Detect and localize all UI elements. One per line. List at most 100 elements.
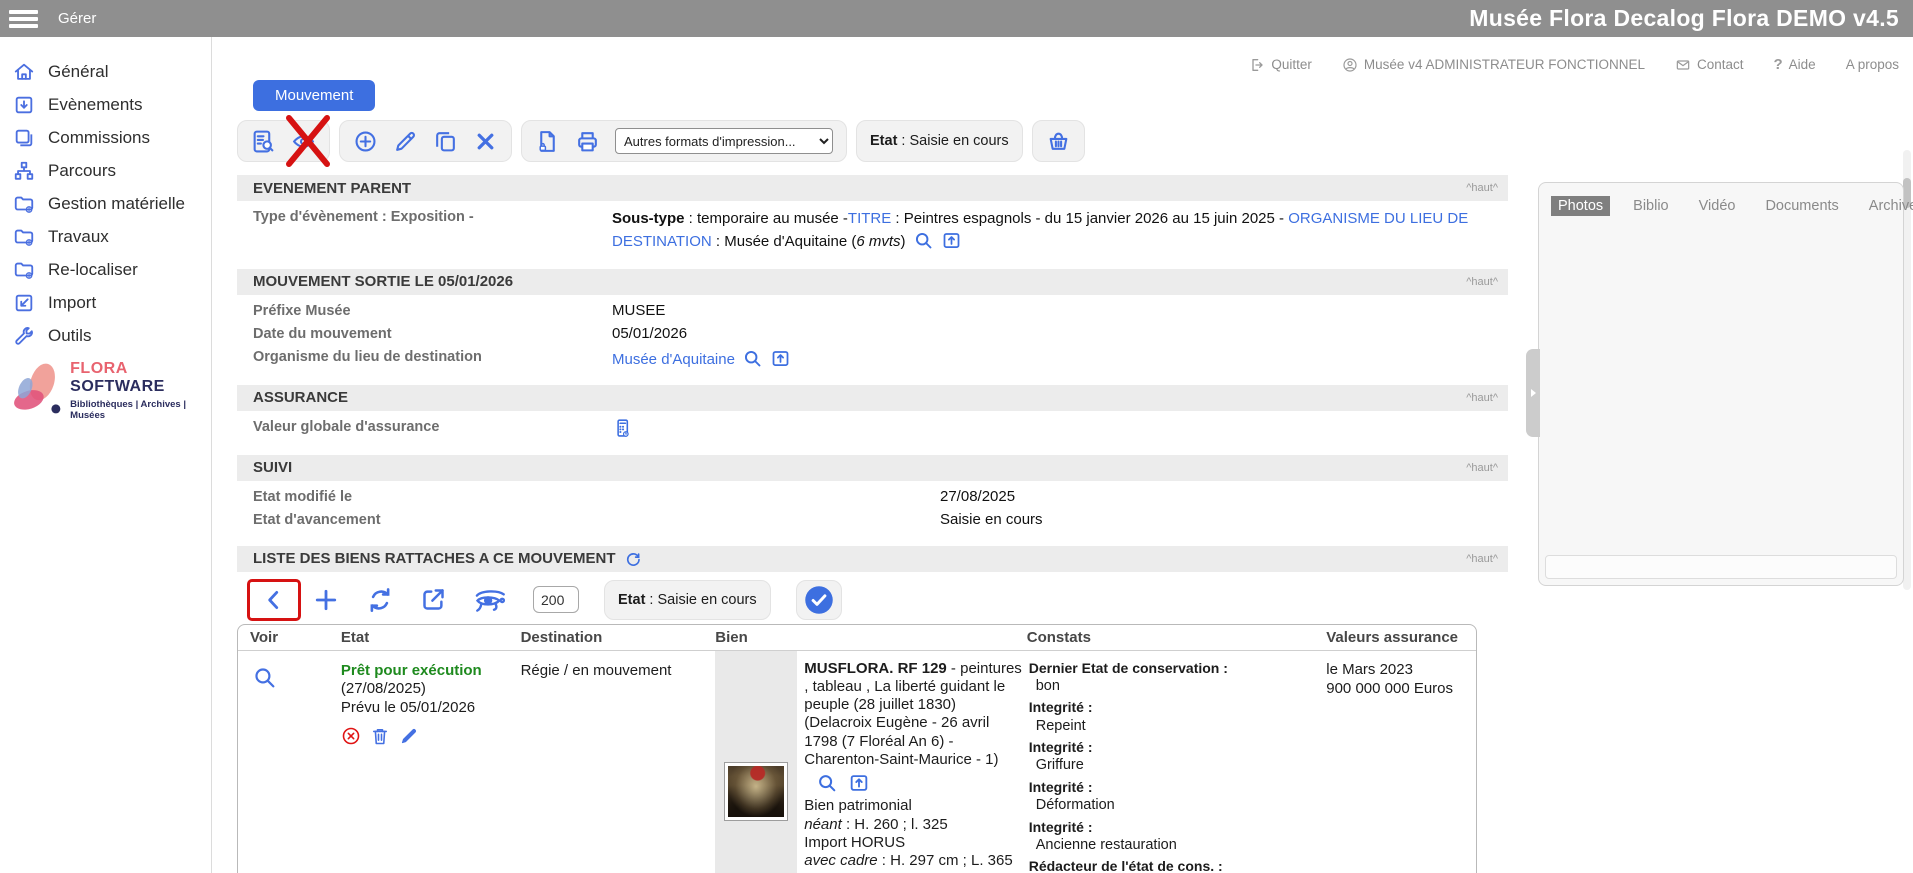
panel-footer-strip xyxy=(1545,555,1897,579)
tab-mouvement[interactable]: Mouvement xyxy=(253,80,375,111)
haut-link[interactable]: ^haut^ xyxy=(1466,182,1498,194)
edit-pencil-icon[interactable] xyxy=(393,129,418,154)
sidebar-item-label: Commissions xyxy=(48,128,150,148)
sidebar-item-evenements[interactable]: Evènements xyxy=(0,88,211,121)
open-record-icon[interactable] xyxy=(941,230,962,251)
sidebar-item-general[interactable]: Général xyxy=(0,55,211,88)
main-content: Mouvement Autres formats d'impression...… xyxy=(237,80,1508,873)
edit-pencil-icon[interactable] xyxy=(399,726,419,746)
commissions-icon xyxy=(13,127,35,149)
sidebar-item-gestion-materielle[interactable]: Gestion matérielle xyxy=(0,187,211,220)
trash-icon[interactable] xyxy=(370,726,390,746)
toolbar-group-display xyxy=(237,120,330,162)
haut-link[interactable]: ^haut^ xyxy=(1466,276,1498,288)
sidebar-item-import[interactable]: Import xyxy=(0,286,211,319)
result-count-input[interactable] xyxy=(533,586,579,613)
sidebar-item-label: Evènements xyxy=(48,95,143,115)
bien-ref: MUSFLORA. RF 129 - peintures , tableau ,… xyxy=(804,660,1022,768)
refresh-icon[interactable] xyxy=(624,550,642,568)
sidebar-item-label: Parcours xyxy=(48,161,116,181)
toolbar-group-print: Autres formats d'impression... xyxy=(521,120,847,162)
col-constats: Constats xyxy=(1027,629,1327,646)
sidebar-item-relocaliser[interactable]: Re-localiser xyxy=(0,253,211,286)
document-lock-icon[interactable] xyxy=(535,129,560,154)
delete-x-icon[interactable] xyxy=(473,129,498,154)
tab-photos[interactable]: Photos xyxy=(1551,196,1610,216)
sidebar-item-label: Gestion matérielle xyxy=(48,194,185,214)
disabled-view-icon[interactable] xyxy=(291,129,316,154)
back-chevron-icon[interactable] xyxy=(261,587,287,613)
record-list-search-icon[interactable] xyxy=(251,129,276,154)
voir-cell xyxy=(238,651,341,873)
musee-aquitaine-link[interactable]: Musée d'Aquitaine xyxy=(612,351,735,368)
search-icon[interactable] xyxy=(742,348,763,369)
titre-link[interactable]: TITRE xyxy=(848,210,891,227)
tab-archives[interactable]: Archives xyxy=(1862,196,1913,216)
sidebar-item-parcours[interactable]: Parcours xyxy=(0,154,211,187)
wrench-icon xyxy=(13,325,35,347)
view-search-icon[interactable] xyxy=(252,665,277,690)
external-link-icon[interactable] xyxy=(420,586,447,613)
recycle-icon[interactable] xyxy=(365,585,395,615)
question-icon: ? xyxy=(1774,56,1783,73)
valeurs-cell: le Mars 2023 900 000 000 Euros xyxy=(1326,651,1476,873)
sidebar-item-commissions[interactable]: Commissions xyxy=(0,121,211,154)
section-assurance: ASSURANCE ^haut^ Valeur globale d'assura… xyxy=(237,385,1508,447)
haut-link[interactable]: ^haut^ xyxy=(1466,553,1498,565)
menu-label[interactable]: Gérer xyxy=(58,10,96,27)
hamburger-menu-icon[interactable] xyxy=(9,7,38,31)
field-value: Saisie en cours xyxy=(940,511,1043,528)
print-icon[interactable] xyxy=(575,129,600,154)
bien-cell: MUSFLORA. RF 129 - peintures , tableau ,… xyxy=(715,651,1026,873)
validate-button[interactable] xyxy=(796,580,842,620)
search-icon[interactable] xyxy=(816,772,838,794)
open-record-icon[interactable] xyxy=(770,348,791,369)
add-item-icon[interactable] xyxy=(312,586,340,614)
envelope-icon xyxy=(1675,57,1691,73)
section-evenement-parent: EVENEMENT PARENT ^haut^ Type d'évènement… xyxy=(237,175,1508,261)
section-title: EVENEMENT PARENT xyxy=(253,180,411,197)
user-account-link[interactable]: Musée v4 ADMINISTRATEUR FONCTIONNEL xyxy=(1342,57,1645,73)
add-icon[interactable] xyxy=(353,129,378,154)
apropos-link[interactable]: A propos xyxy=(1846,57,1899,72)
app-title: Musée Flora Decalog Flora DEMO v4.5 xyxy=(1469,5,1899,32)
horus-eye-icon[interactable] xyxy=(472,585,508,615)
sidebar-item-label: Travaux xyxy=(48,227,109,247)
panel-collapse-handle[interactable] xyxy=(1526,349,1540,437)
etat-status: Etat : Saisie en cours xyxy=(870,133,1009,149)
user-icon xyxy=(1342,57,1358,73)
section-title: MOUVEMENT SORTIE LE 05/01/2026 xyxy=(253,273,513,290)
artwork-image-cell xyxy=(715,651,797,873)
calculator-icon[interactable] xyxy=(612,418,633,439)
media-tabs: Photos Biblio Vidéo Documents Archives xyxy=(1539,183,1903,222)
search-icon[interactable] xyxy=(913,230,934,251)
tab-documents[interactable]: Documents xyxy=(1758,196,1845,216)
tab-video[interactable]: Vidéo xyxy=(1692,196,1743,216)
sidebar-item-label: Général xyxy=(48,62,108,82)
destination-cell: Régie / en mouvement xyxy=(521,651,716,873)
header-links: Quitter Musée v4 ADMINISTRATEUR FONCTION… xyxy=(1249,56,1899,73)
col-valeurs: Valeurs assurance xyxy=(1326,629,1476,646)
sidebar-item-outils[interactable]: Outils xyxy=(0,319,211,352)
copy-icon[interactable] xyxy=(433,129,458,154)
events-icon xyxy=(13,94,35,116)
col-destination: Destination xyxy=(521,629,716,646)
bien-type: Bien patrimonial xyxy=(804,797,1025,815)
quitter-link[interactable]: Quitter xyxy=(1249,57,1312,73)
col-etat: Etat xyxy=(341,629,521,646)
print-formats-select[interactable]: Autres formats d'impression... xyxy=(615,128,833,154)
folder-globe-icon xyxy=(13,193,35,215)
artwork-thumbnail[interactable] xyxy=(725,763,787,820)
basket-icon[interactable] xyxy=(1046,129,1071,154)
haut-link[interactable]: ^haut^ xyxy=(1466,392,1498,404)
table-header: Voir Etat Destination Bien Constats Vale… xyxy=(238,625,1476,651)
cancel-circle-icon[interactable] xyxy=(341,726,361,746)
tab-biblio[interactable]: Biblio xyxy=(1626,196,1675,216)
sidebar-item-travaux[interactable]: Travaux xyxy=(0,220,211,253)
field-value: MUSEE xyxy=(612,302,665,319)
open-record-icon[interactable] xyxy=(848,772,870,794)
contact-link[interactable]: Contact xyxy=(1675,57,1744,73)
aide-link[interactable]: ? Aide xyxy=(1774,56,1816,73)
haut-link[interactable]: ^haut^ xyxy=(1466,462,1498,474)
bien-dim1: néant : H. 260 ; l. 325 xyxy=(804,816,1025,834)
